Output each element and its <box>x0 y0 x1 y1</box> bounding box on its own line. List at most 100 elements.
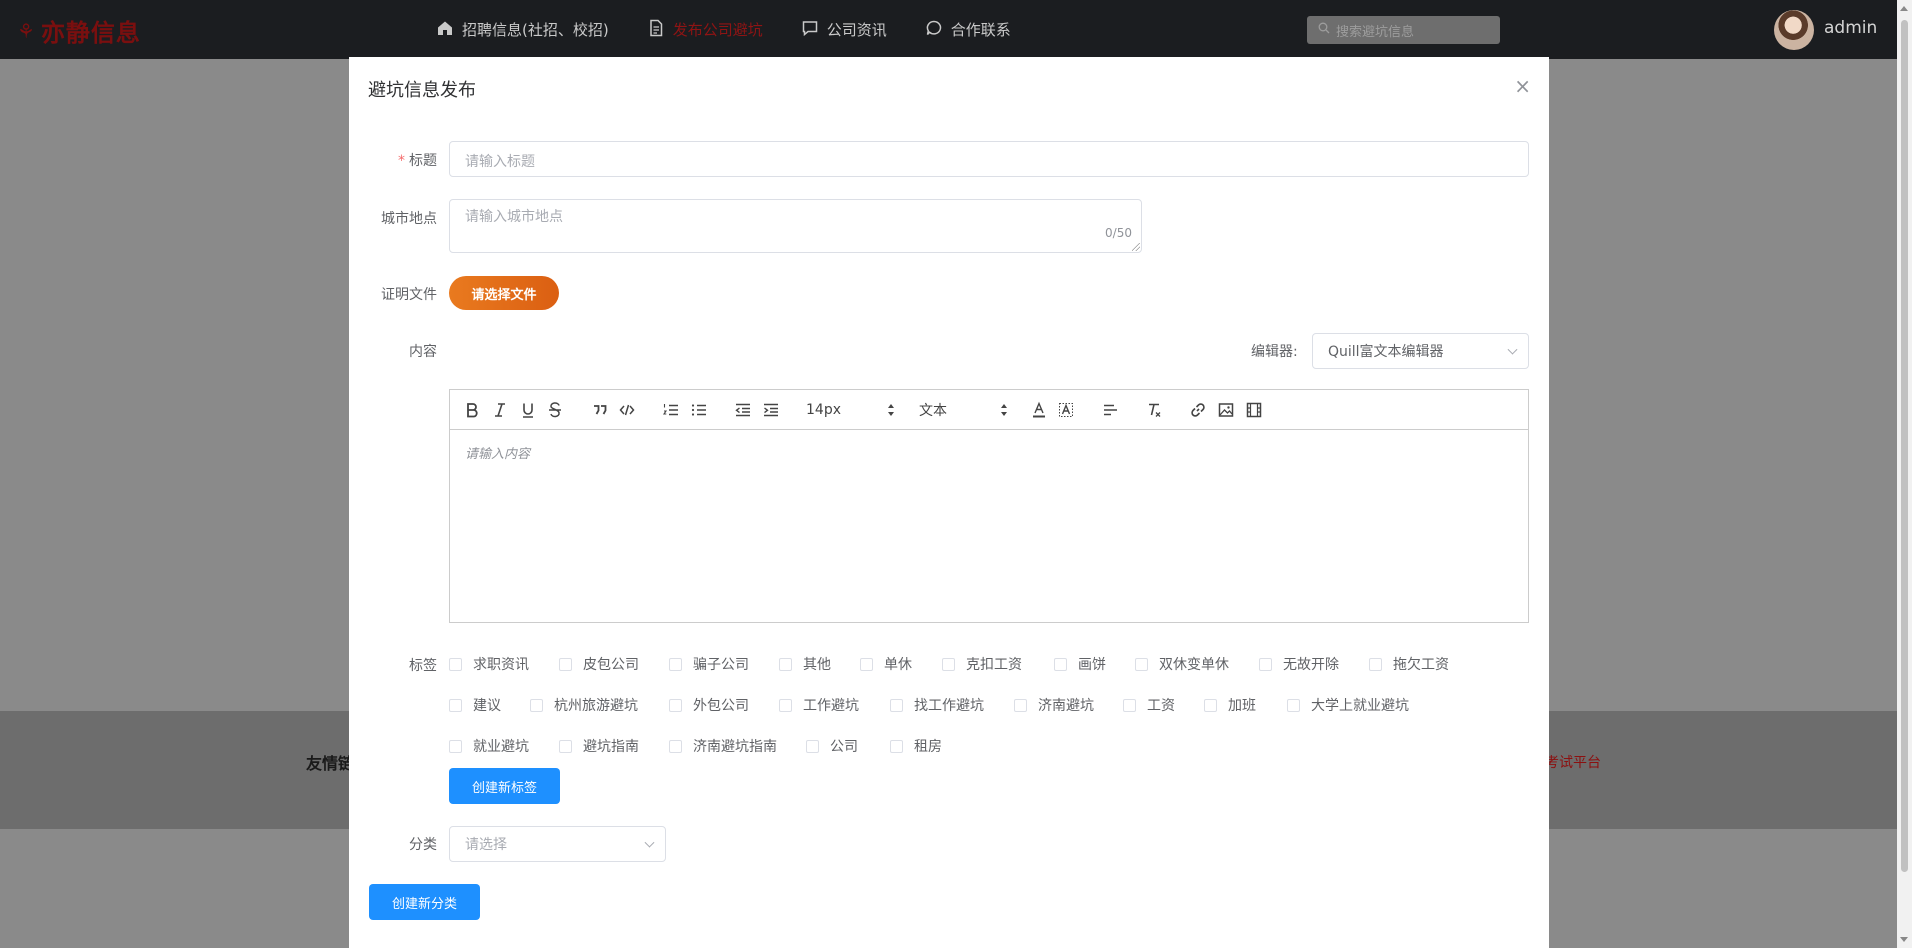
tag-checkbox[interactable]: 杭州旅游避坑 <box>530 695 638 715</box>
checkbox-icon[interactable] <box>1123 698 1136 712</box>
link-icon[interactable] <box>1189 400 1207 420</box>
tag-checkbox[interactable]: 就业避坑 <box>449 736 529 756</box>
tag-checkbox[interactable]: 其他 <box>779 654 831 674</box>
underline-icon[interactable] <box>519 400 537 420</box>
checkbox-icon[interactable] <box>1259 657 1272 671</box>
checkbox-icon[interactable] <box>1135 657 1148 671</box>
indent-icon[interactable] <box>762 400 780 420</box>
checkbox-icon[interactable] <box>860 657 873 671</box>
title-input[interactable]: 请输入标题 <box>449 141 1529 177</box>
tag-label: 拖欠工资 <box>1393 657 1449 673</box>
tag-checkbox[interactable]: 济南避坑指南 <box>669 736 777 756</box>
user-name[interactable]: admin <box>1824 18 1877 38</box>
tag-checkbox[interactable]: 求职资讯 <box>449 654 529 674</box>
close-icon[interactable]: × <box>1514 74 1531 98</box>
checkbox-icon[interactable] <box>669 739 682 753</box>
outdent-icon[interactable] <box>734 400 752 420</box>
strike-icon[interactable] <box>546 400 564 420</box>
image-icon[interactable] <box>1217 400 1235 420</box>
checkbox-icon[interactable] <box>1287 698 1300 712</box>
checkbox-icon[interactable] <box>669 698 682 712</box>
search-icon <box>1318 22 1330 38</box>
tag-checkbox[interactable]: 骗子公司 <box>669 654 749 674</box>
search-input[interactable]: 搜索避坑信息 <box>1307 16 1500 44</box>
checkbox-icon[interactable] <box>942 657 955 671</box>
select-arrows-icon <box>888 404 894 416</box>
choose-file-button[interactable]: 请选择文件 <box>449 276 559 310</box>
tag-checkbox[interactable]: 加班 <box>1204 695 1256 715</box>
font-color-icon[interactable] <box>1030 400 1048 420</box>
create-category-button[interactable]: 创建新分类 <box>369 884 480 920</box>
italic-icon[interactable] <box>491 400 509 420</box>
checkbox-icon[interactable] <box>1204 698 1217 712</box>
editor-type-label: 编辑器: <box>1251 344 1298 360</box>
tag-checkbox[interactable]: 画饼 <box>1054 654 1106 674</box>
checkbox-icon[interactable] <box>1054 657 1067 671</box>
bold-icon[interactable] <box>463 400 481 420</box>
checkbox-icon[interactable] <box>1369 657 1382 671</box>
scroll-down-icon[interactable] <box>1900 937 1908 942</box>
nav-item-publish[interactable]: 发布公司避坑 <box>647 19 763 41</box>
category-label: 分类 <box>409 837 437 853</box>
checkbox-icon[interactable] <box>449 698 462 712</box>
category-select[interactable]: 请选择 <box>449 826 666 862</box>
brand-name: 亦静信息 <box>40 19 141 47</box>
tag-checkbox[interactable]: 无故开除 <box>1259 654 1339 674</box>
bullet-list-icon[interactable] <box>690 400 708 420</box>
quote-icon[interactable] <box>591 400 609 420</box>
checkbox-icon[interactable] <box>1014 698 1027 712</box>
publish-dialog: 避坑信息发布 × * 标题 请输入标题 城市地点 请输入城市地点 0/50 证明文… <box>349 57 1549 948</box>
checkbox-icon[interactable] <box>779 657 792 671</box>
header-select[interactable]: 文本 <box>919 400 1007 420</box>
tag-checkbox[interactable]: 拖欠工资 <box>1369 654 1449 674</box>
checkbox-icon[interactable] <box>449 739 462 753</box>
background-color-icon[interactable] <box>1057 400 1075 420</box>
align-icon[interactable] <box>1101 400 1119 420</box>
brand-logo[interactable]: ⚘ 亦静信息 <box>17 13 141 48</box>
checkbox-icon[interactable] <box>559 739 572 753</box>
editor-type-select[interactable]: Quill富文本编辑器 <box>1312 333 1529 369</box>
tag-checkbox[interactable]: 租房 <box>890 736 942 756</box>
tag-checkbox[interactable]: 找工作避坑 <box>890 695 984 715</box>
checkbox-icon[interactable] <box>449 657 462 671</box>
tag-checkbox[interactable]: 外包公司 <box>669 695 749 715</box>
header-value: 文本 <box>919 403 947 419</box>
footer-link[interactable]: 考试平台 <box>1545 752 1601 772</box>
tag-checkbox[interactable]: 工作避坑 <box>779 695 859 715</box>
checkbox-icon[interactable] <box>559 657 572 671</box>
select-arrows-icon <box>1001 404 1007 416</box>
code-icon[interactable] <box>618 400 636 420</box>
clear-format-icon[interactable] <box>1145 400 1163 420</box>
city-textarea[interactable]: 请输入城市地点 0/50 <box>449 199 1142 253</box>
nav-item-label: 发布公司避坑 <box>672 21 763 39</box>
avatar[interactable] <box>1774 10 1814 50</box>
resize-handle-icon[interactable] <box>1132 243 1140 251</box>
checkbox-icon[interactable] <box>890 739 903 753</box>
tag-checkbox[interactable]: 克扣工资 <box>942 654 1022 674</box>
tag-checkbox[interactable]: 皮包公司 <box>559 654 639 674</box>
page-scrollbar[interactable] <box>1897 0 1912 948</box>
tag-checkbox[interactable]: 济南避坑 <box>1014 695 1094 715</box>
scroll-up-icon[interactable] <box>1900 6 1908 11</box>
nav-item-contact[interactable]: 合作联系 <box>925 19 1011 41</box>
tag-checkbox[interactable]: 建议 <box>449 695 501 715</box>
rich-text-editor[interactable]: 请输入内容 <box>449 430 1529 623</box>
checkbox-icon[interactable] <box>669 657 682 671</box>
checkbox-icon[interactable] <box>806 739 819 753</box>
tag-checkbox[interactable]: 工资 <box>1123 695 1175 715</box>
nav-item-news[interactable]: 公司资讯 <box>801 19 887 41</box>
font-size-select[interactable]: 14px <box>806 400 894 420</box>
tag-checkbox[interactable]: 公司 <box>806 736 858 756</box>
scrollbar-thumb[interactable] <box>1901 20 1908 872</box>
video-icon[interactable] <box>1245 400 1263 420</box>
create-tag-button[interactable]: 创建新标签 <box>449 768 560 804</box>
checkbox-icon[interactable] <box>890 698 903 712</box>
tag-checkbox[interactable]: 避坑指南 <box>559 736 639 756</box>
checkbox-icon[interactable] <box>779 698 792 712</box>
tag-checkbox[interactable]: 双休变单休 <box>1135 654 1229 674</box>
tag-checkbox[interactable]: 大学上就业避坑 <box>1287 695 1409 715</box>
ordered-list-icon[interactable] <box>662 400 680 420</box>
nav-item-jobs[interactable]: 招聘信息(社招、校招) <box>436 19 609 41</box>
tag-checkbox[interactable]: 单休 <box>860 654 912 674</box>
checkbox-icon[interactable] <box>530 698 543 712</box>
